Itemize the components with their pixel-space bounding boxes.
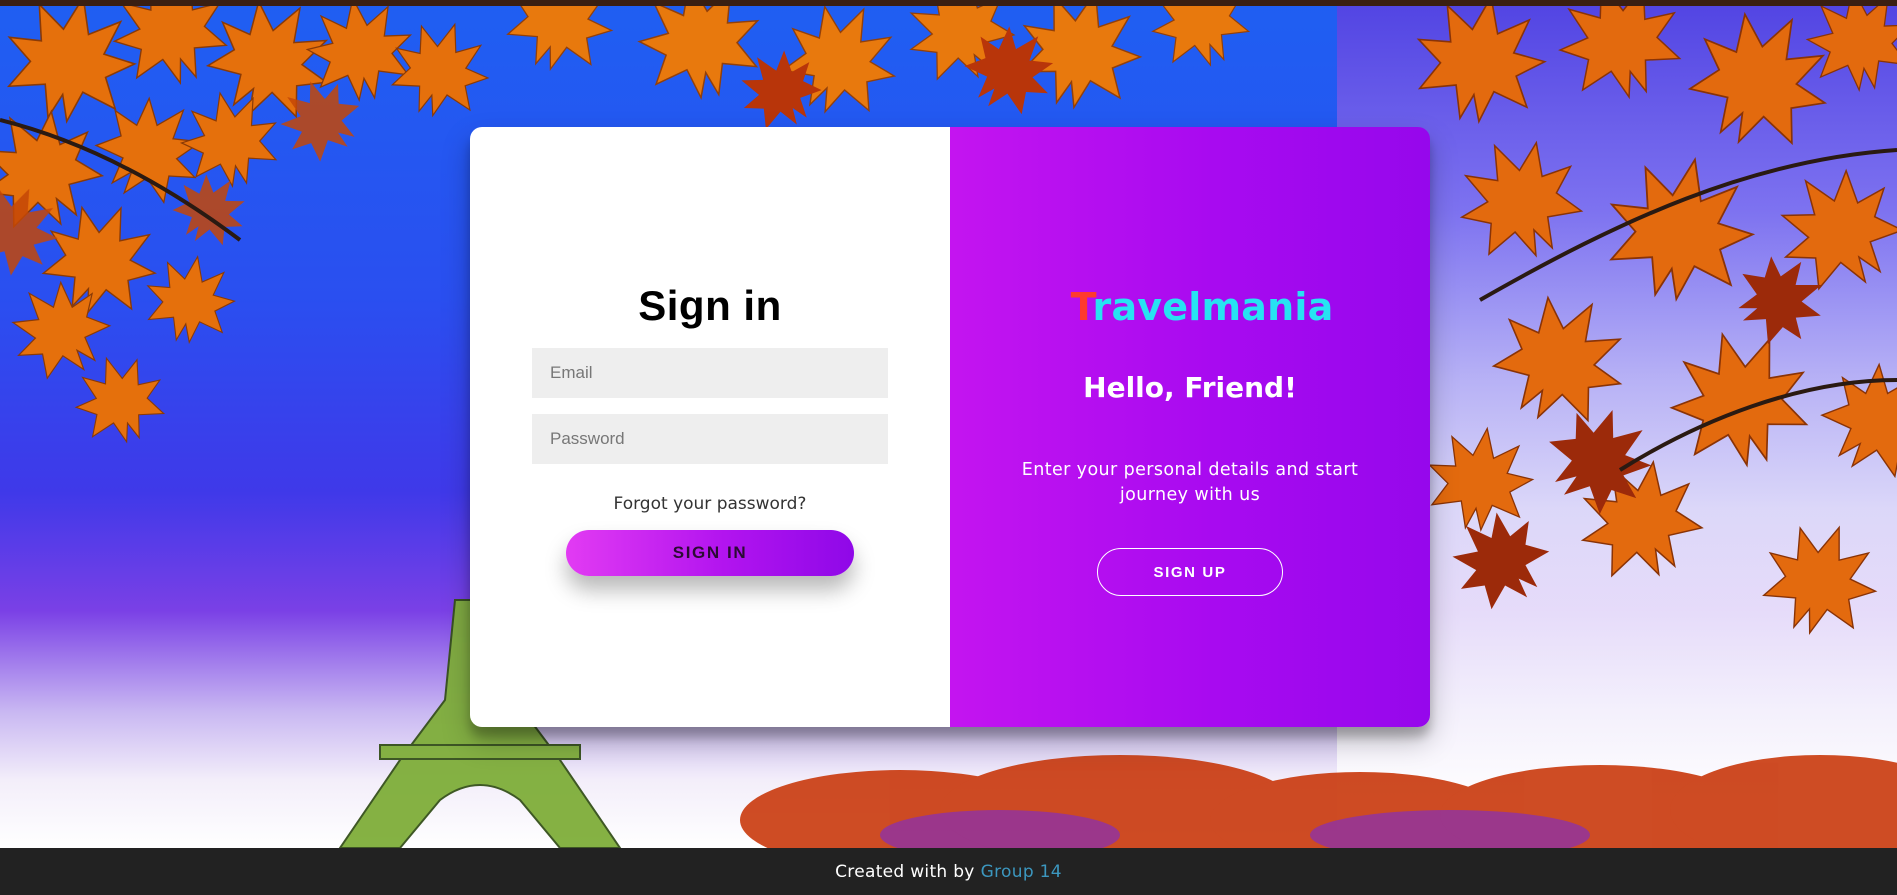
footer: Created with by Group 14 [0,848,1897,895]
signin-title: Sign in [638,282,782,329]
auth-card: Sign in Forgot your password? SIGN IN Tr… [470,127,1430,727]
logo-rest: ravelmania [1092,285,1334,329]
password-input[interactable] [532,414,888,464]
signup-description: Enter your personal details and start jo… [1021,460,1359,505]
email-input[interactable] [532,348,888,398]
logo-first-letter: T [1070,285,1093,329]
greeting-heading: Hello, Friend! [1083,371,1297,404]
top-strip [0,0,1897,6]
signup-overlay-panel: Travelmania Hello, Friend! Enter your pe… [950,127,1430,727]
sign-up-button[interactable]: SIGN UP [1097,548,1283,596]
footer-text: Created with by [835,861,975,882]
travelmania-logo: Travelmania [1071,285,1334,329]
signin-panel: Sign in Forgot your password? SIGN IN [470,127,950,727]
sign-in-button[interactable]: SIGN IN [566,530,854,576]
forgot-password-link[interactable]: Forgot your password? [614,494,807,514]
footer-group-link[interactable]: Group 14 [981,862,1062,882]
